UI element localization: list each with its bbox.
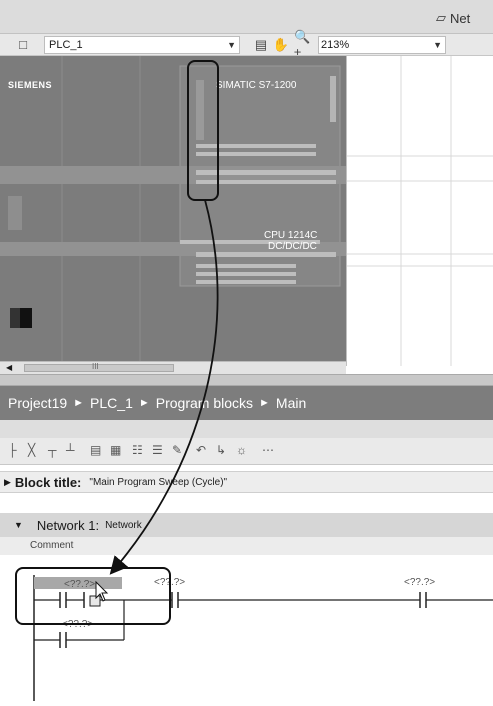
pane-splitter[interactable] — [0, 374, 493, 386]
more-icon[interactable]: ⋯ — [262, 443, 274, 457]
device-select-value: PLC_1 — [49, 39, 83, 51]
device-grid-panel — [346, 56, 493, 366]
insert-network-icon[interactable]: ├ — [8, 443, 17, 457]
scroll-thumb[interactable] — [24, 364, 174, 372]
device-view-icon[interactable]: □ — [14, 36, 32, 53]
top-strip — [0, 0, 493, 34]
call-structure-icon[interactable]: ↳ — [216, 443, 226, 457]
insert-marker — [89, 595, 101, 607]
siemens-label: SIEMENS — [8, 80, 53, 90]
network-header[interactable]: ▼ Network 1: Network — [0, 513, 493, 537]
network-comment[interactable]: Comment — [0, 537, 493, 555]
close-branch-icon[interactable]: ┴ — [66, 443, 75, 457]
chevron-right-icon: ► — [138, 397, 150, 409]
cpu-label: CPU 1214C — [264, 230, 318, 241]
device-toolbar: □ PLC_1 ▼ ▤ ✋ 🔍± 213% ▼ — [0, 29, 493, 60]
hand-icon[interactable]: ✋ — [272, 36, 290, 53]
editor-toolbar: ├ ╳ ┬ ┴ ▤ ▦ ☷ ☰ ✎ ↶ ↳ ☼ ⋯ — [0, 438, 493, 465]
contact-2-address[interactable]: <??.?> — [154, 577, 185, 588]
contact-1-address[interactable]: <??.?> — [64, 579, 95, 590]
close-all-icon[interactable]: ▦ — [110, 443, 121, 457]
horizontal-scrollbar[interactable]: ◀ III — [0, 361, 346, 374]
chevron-down-icon: ▼ — [227, 40, 236, 50]
model-label: SIMATIC S7-1200 — [216, 80, 297, 91]
block-title-row[interactable]: ▶ Block title: "Main Program Sweep (Cycl… — [0, 471, 493, 493]
insert-branch-icon[interactable]: ┬ — [48, 443, 57, 457]
network-view-tab[interactable]: ▱ Net — [436, 8, 470, 28]
block-title-label: Block title: — [14, 474, 82, 490]
chevron-right-icon: ► — [259, 397, 270, 409]
network-icon: ▱ — [436, 10, 446, 25]
breadcrumb-program-blocks[interactable]: Program blocks — [156, 395, 253, 411]
expand-icon[interactable]: ▶ — [4, 477, 11, 488]
collapse-icon[interactable]: ▼ — [14, 520, 23, 530]
monitor-icon[interactable]: ☼ — [236, 443, 247, 457]
absolute-address-icon[interactable]: ☷ — [132, 443, 143, 457]
open-all-icon[interactable]: ▤ — [90, 443, 101, 457]
network-name[interactable]: Network — [105, 520, 142, 531]
go-to-icon[interactable]: ↶ — [196, 443, 206, 457]
coil-address[interactable]: <??.?> — [404, 577, 435, 588]
scroll-grip: III — [92, 362, 99, 371]
chevron-right-icon: ► — [73, 397, 85, 409]
breadcrumb-plc[interactable]: PLC_1 — [90, 395, 133, 411]
favorites-icon[interactable]: ☰ — [152, 443, 163, 457]
branch-contact-address[interactable]: <??.?> — [62, 619, 93, 630]
breadcrumb-main[interactable]: Main — [276, 395, 306, 411]
network-tab-label: Net — [450, 10, 471, 26]
overview-icon[interactable]: ▤ — [252, 36, 270, 53]
scroll-left-icon[interactable]: ◀ — [6, 363, 12, 372]
zoom-select[interactable]: 213% ▼ — [318, 36, 446, 54]
zoom-select-value: 213% — [321, 39, 350, 51]
device-select[interactable]: PLC_1 ▼ — [44, 36, 240, 54]
delete-network-icon[interactable]: ╳ — [28, 443, 35, 457]
editor-header-band — [0, 420, 493, 438]
device-canvas[interactable]: SIEMENS SIMATIC S7-1200 CPU 1214C DC/DC/… — [0, 56, 346, 361]
zoom-icon[interactable]: 🔍± — [294, 29, 316, 60]
chevron-down-icon: ▼ — [433, 40, 442, 50]
comment-toggle-icon[interactable]: ✎ — [172, 443, 182, 457]
breadcrumb-project[interactable]: Project19 — [8, 395, 67, 411]
block-title-value[interactable]: "Main Program Sweep (Cycle)" — [89, 477, 227, 488]
ladder-diagram[interactable]: <??.?> <??.?> <??.?> <??.?> — [0, 555, 493, 701]
cpu-type-label: DC/DC/DC — [268, 241, 317, 252]
network-title: Network 1: — [36, 517, 100, 533]
breadcrumb: Project19 ► PLC_1 ► Program blocks ► Mai… — [0, 386, 493, 420]
